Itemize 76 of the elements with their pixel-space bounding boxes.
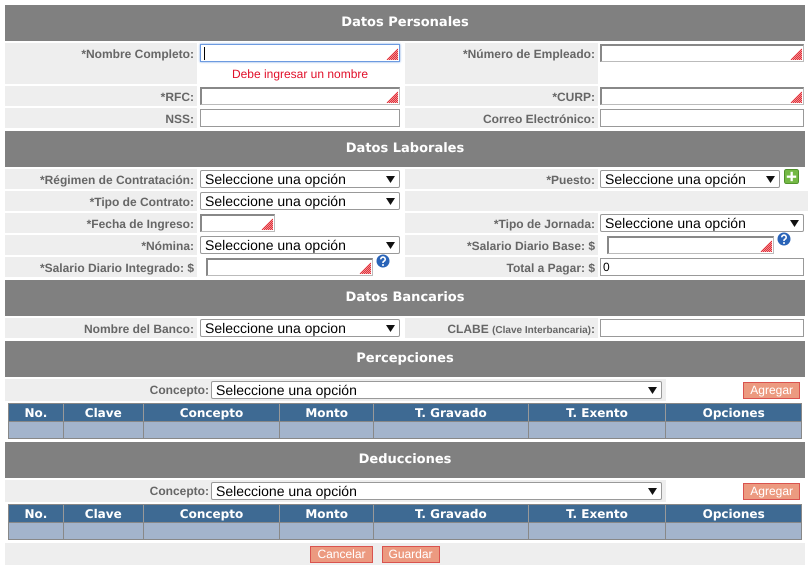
column-header: Monto	[279, 505, 374, 522]
required-marker-icon	[261, 218, 273, 230]
caret-icon	[766, 176, 775, 182]
required-marker-icon	[790, 91, 802, 103]
field-label: *Tipo de Jornada:	[494, 216, 595, 233]
column-header: Clave	[62, 404, 143, 421]
field-label: *Salario Diario Base: $	[466, 238, 595, 255]
field-label: NSS:	[165, 111, 194, 128]
field-label: Nombre del Banco:	[84, 321, 194, 338]
caret-icon	[648, 488, 657, 494]
field-label: Total a Pagar: $	[506, 260, 595, 277]
table-cell	[9, 422, 63, 438]
column-header: No.	[9, 404, 63, 421]
caret-icon	[386, 242, 395, 248]
text-cursor	[204, 47, 205, 60]
input-field[interactable]	[200, 109, 400, 127]
column-header: Monto	[279, 404, 374, 421]
field-label: *Puesto:	[546, 172, 595, 189]
column-header: Concepto	[142, 505, 280, 522]
required-marker-icon	[760, 240, 772, 252]
field-label: *CURP:	[552, 89, 595, 106]
input-field[interactable]	[600, 44, 804, 62]
field-label: CLABE (Clave Interbancaria):	[447, 321, 595, 338]
caret-icon	[790, 220, 799, 226]
field-label: Concepto:	[150, 382, 209, 399]
column-header: Opciones	[665, 404, 801, 421]
field-label: *Número de Empleado:	[462, 46, 595, 63]
field-label: *Nómina:	[141, 238, 194, 255]
field-label: *Tipo de Contrato:	[90, 194, 194, 211]
input-field[interactable]	[600, 87, 804, 105]
field-label: *Régimen de Contratación:	[40, 172, 194, 189]
section-title: Datos Laborales	[346, 140, 464, 158]
select-field[interactable]: Seleccione una opcion	[200, 319, 400, 337]
section-title: Percepciones	[356, 350, 454, 368]
caret-icon	[386, 324, 395, 332]
caret-icon	[386, 176, 395, 182]
field-label: *Salario Diario Integrado: $	[40, 260, 194, 277]
column-header: Concepto	[142, 404, 280, 421]
select-field[interactable]: Seleccione una opción	[600, 170, 780, 188]
column-header: Clave	[62, 505, 143, 522]
select-field[interactable]: Seleccione una opción	[211, 482, 662, 500]
field-label: *Fecha de Ingreso:	[86, 216, 194, 233]
required-marker-icon	[386, 91, 398, 103]
column-header: T. Gravado	[373, 404, 528, 421]
required-marker-icon	[359, 262, 371, 274]
column-header: T. Exento	[528, 404, 666, 421]
select-field[interactable]: Seleccione una opción	[211, 381, 662, 399]
field-label: Correo Electrónico:	[482, 111, 595, 128]
input-field[interactable]	[600, 319, 804, 337]
table-cell	[9, 523, 63, 539]
input-field[interactable]	[607, 236, 774, 254]
section-title: Datos Personales	[341, 14, 469, 32]
field-label: *Nombre Completo:	[81, 46, 194, 63]
input-field[interactable]	[200, 214, 275, 232]
select-field[interactable]: Seleccione una opción	[200, 236, 400, 254]
input-field[interactable]	[200, 44, 400, 62]
input-field[interactable]	[200, 87, 400, 105]
error-message: Debe ingresar un nombre	[230, 66, 370, 83]
input-field[interactable]	[206, 258, 373, 276]
input-field[interactable]	[600, 109, 804, 127]
select-field[interactable]: Seleccione una opción	[200, 192, 400, 210]
column-header: T. Gravado	[373, 505, 528, 522]
column-header: Opciones	[665, 505, 801, 522]
select-field[interactable]: Seleccione una opción	[600, 214, 804, 232]
section-title: Deducciones	[358, 451, 452, 470]
field-label: *RFC:	[160, 89, 194, 106]
column-header: No.	[9, 505, 63, 522]
select-field[interactable]: Seleccione una opción	[200, 170, 400, 188]
caret-icon	[386, 198, 395, 204]
required-marker-icon	[790, 48, 802, 60]
field-label: Concepto:	[150, 483, 209, 500]
column-header: T. Exento	[528, 505, 666, 522]
section-title: Datos Bancarios	[346, 289, 464, 308]
required-marker-icon	[386, 48, 398, 60]
caret-icon	[648, 386, 657, 394]
input-field[interactable]: 0	[600, 258, 804, 276]
